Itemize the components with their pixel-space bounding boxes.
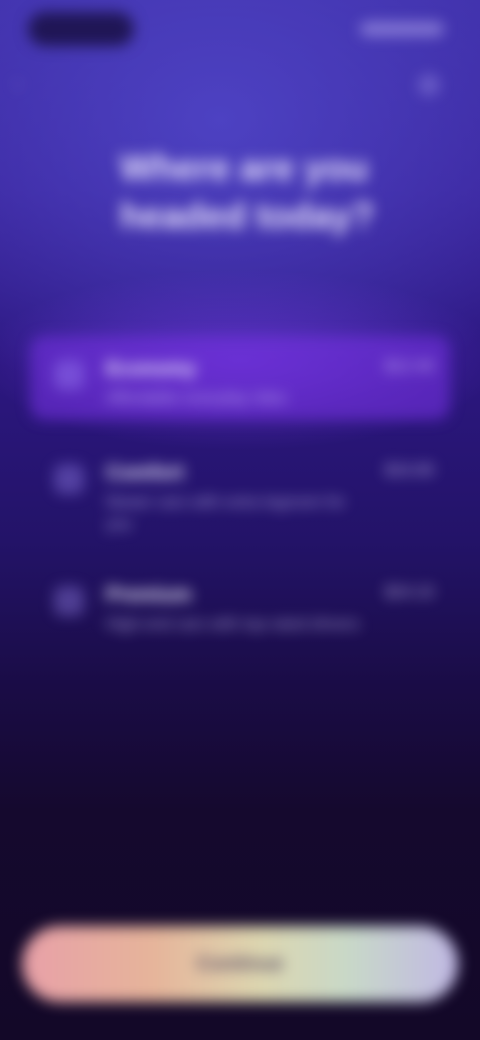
option-card-2[interactable]: Comfort Newer cars with extra legroom fo… xyxy=(30,440,450,540)
option-icon xyxy=(54,586,84,616)
option-description: Newer cars with extra legroom for you xyxy=(106,494,346,533)
option-name: Economy xyxy=(106,358,197,380)
option-card-1[interactable]: Economy Affordable everyday rides $12.40 xyxy=(30,336,450,420)
status-bar-indicators xyxy=(360,22,444,36)
option-price: $24.10 xyxy=(385,584,434,601)
help-icon[interactable] xyxy=(418,74,440,96)
option-icon xyxy=(54,360,84,390)
option-card-3[interactable]: Premium High-end cars with top-rated dri… xyxy=(30,562,450,662)
back-arrow-icon[interactable]: ‹ xyxy=(14,74,34,94)
continue-button[interactable]: Continue xyxy=(22,926,458,1002)
status-bar-pill xyxy=(28,12,134,46)
option-name: Comfort xyxy=(106,462,184,484)
app-screen: ‹ Where are you headed today? Economy Af… xyxy=(0,0,480,1040)
option-name: Premium xyxy=(106,584,192,606)
blurred-content: ‹ Where are you headed today? Economy Af… xyxy=(0,0,480,1040)
option-icon xyxy=(54,464,84,494)
page-title: Where are you headed today? xyxy=(120,147,375,236)
option-description: Affordable everyday rides xyxy=(106,390,288,407)
option-description: High-end cars with top-rated drivers xyxy=(106,616,360,633)
option-price: $12.40 xyxy=(385,358,434,375)
option-price: $16.80 xyxy=(385,462,434,479)
